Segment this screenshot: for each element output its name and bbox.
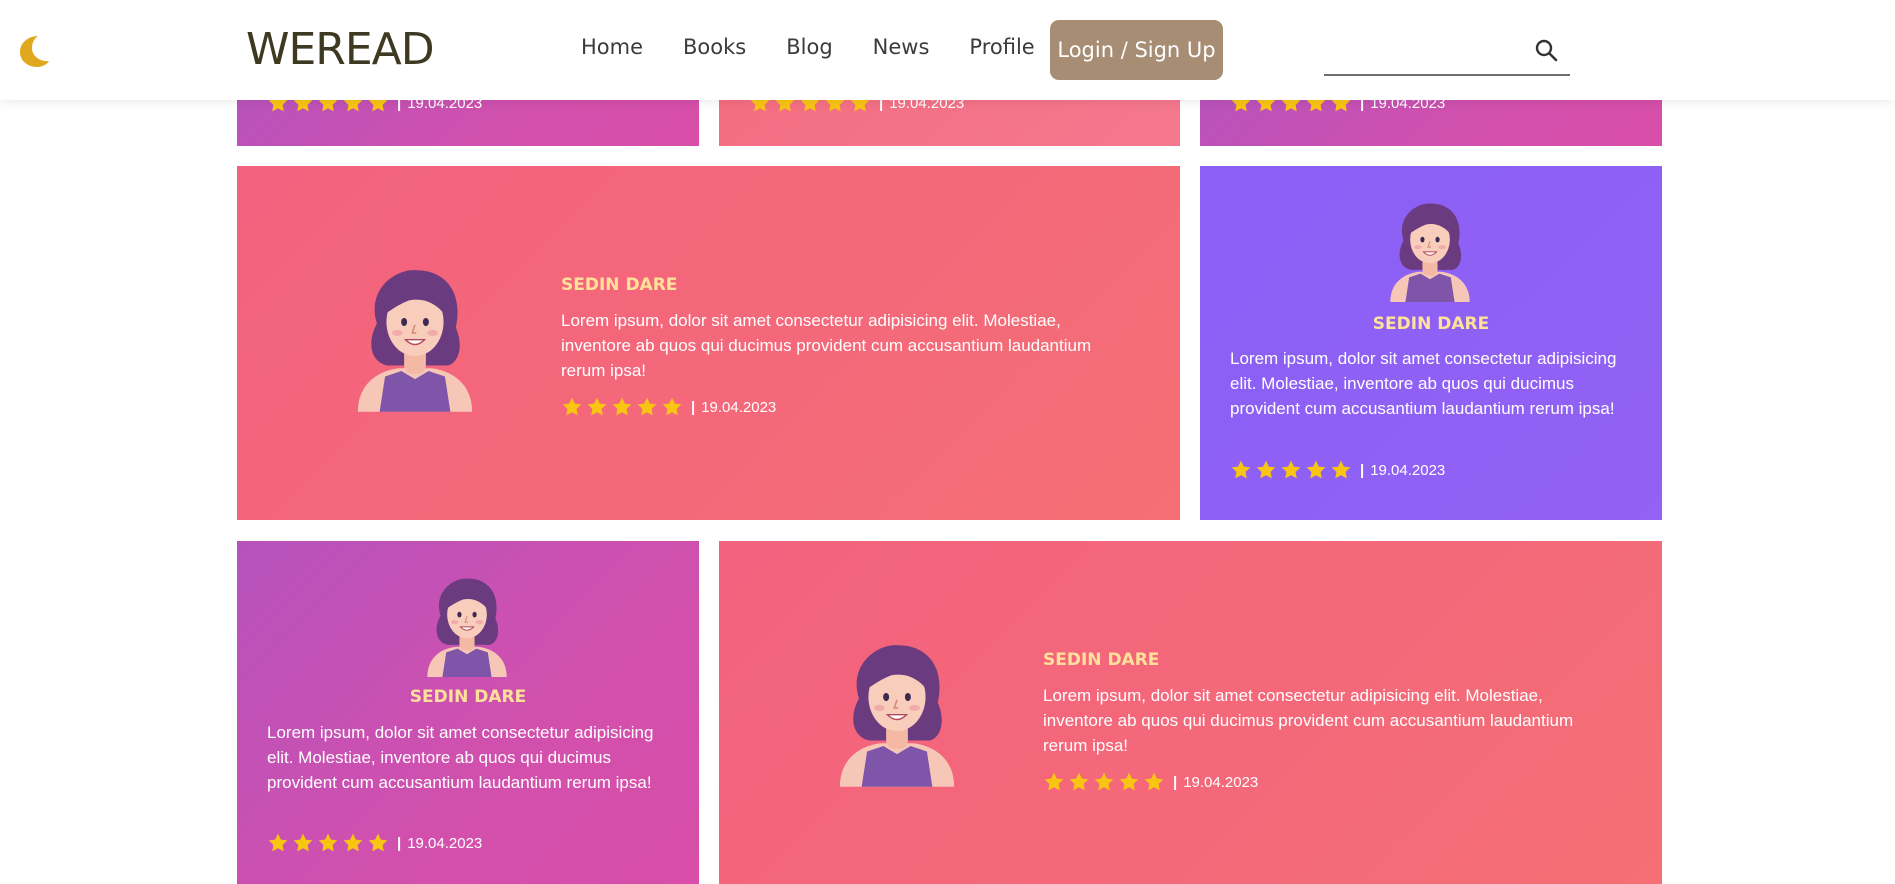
review-date: 19.04.2023 <box>407 834 483 852</box>
review-card-wide-1: SEDIN DARE Lorem ipsum, dolor sit amet c… <box>237 166 1180 520</box>
main-nav: Home Books Blog News Profile <box>581 35 1075 59</box>
review-text: Lorem ipsum, dolor sit amet consectetur … <box>561 311 1092 380</box>
avatar <box>419 573 515 677</box>
star-icon <box>636 396 658 418</box>
nav-news[interactable]: News <box>873 35 930 59</box>
star-icon <box>1280 459 1302 481</box>
rating-row: | 19.04.2023 <box>561 396 776 418</box>
star-icon <box>561 396 583 418</box>
review-text: Lorem ipsum, dolor sit amet consectetur … <box>1043 686 1574 755</box>
rating-row: | 19.04.2023 <box>1230 459 1445 481</box>
moon-icon[interactable] <box>18 34 50 68</box>
avatar <box>1382 198 1478 302</box>
avatar <box>829 637 965 787</box>
reviewer-name: SEDIN DARE <box>561 275 678 295</box>
star-icon <box>1093 771 1115 793</box>
star-icon <box>1043 771 1065 793</box>
avatar <box>347 262 483 412</box>
review-card-wide-2: SEDIN DARE Lorem ipsum, dolor sit amet c… <box>719 541 1662 884</box>
search-icon[interactable] <box>1534 38 1558 62</box>
nav-profile[interactable]: Profile <box>969 35 1034 59</box>
star-icon <box>342 832 364 854</box>
nav-home[interactable]: Home <box>581 35 643 59</box>
star-icon <box>1330 459 1352 481</box>
star-icon <box>586 396 608 418</box>
reviewer-name: SEDIN DARE <box>409 687 527 707</box>
star-icon <box>661 396 683 418</box>
review-card-small-1: SEDIN DARE Lorem ipsum, dolor sit amet c… <box>1200 166 1662 520</box>
review-text: Lorem ipsum, dolor sit amet consectetur … <box>267 723 654 792</box>
star-icon <box>1118 771 1140 793</box>
site-header: WEREAD Home Books Blog News Profile Logi… <box>0 0 1895 100</box>
star-icon <box>1143 771 1165 793</box>
nav-books[interactable]: Books <box>683 35 746 59</box>
rating-row: | 19.04.2023 <box>1043 771 1258 793</box>
site-logo[interactable]: WEREAD <box>246 24 435 75</box>
star-icon <box>1305 459 1327 481</box>
star-icon <box>1230 459 1252 481</box>
rating-row: | 19.04.2023 <box>267 832 482 854</box>
review-date: 19.04.2023 <box>1183 773 1259 791</box>
review-card-small-2: SEDIN DARE Lorem ipsum, dolor sit amet c… <box>237 541 699 884</box>
review-text: Lorem ipsum, dolor sit amet consectetur … <box>1230 349 1617 418</box>
star-icon <box>317 832 339 854</box>
star-icon <box>611 396 633 418</box>
review-date: 19.04.2023 <box>1370 461 1446 479</box>
star-icon <box>1255 459 1277 481</box>
star-icon <box>267 832 289 854</box>
reviewer-name: SEDIN DARE <box>1043 650 1160 670</box>
nav-blog[interactable]: Blog <box>786 35 832 59</box>
star-icon <box>292 832 314 854</box>
star-icon <box>367 832 389 854</box>
star-icon <box>1068 771 1090 793</box>
review-date: 19.04.2023 <box>701 398 777 416</box>
reviewer-name: SEDIN DARE <box>1372 314 1490 334</box>
search-box <box>1324 30 1570 76</box>
search-input[interactable] <box>1324 36 1524 68</box>
login-signup-button[interactable]: Login / Sign Up <box>1050 20 1223 80</box>
